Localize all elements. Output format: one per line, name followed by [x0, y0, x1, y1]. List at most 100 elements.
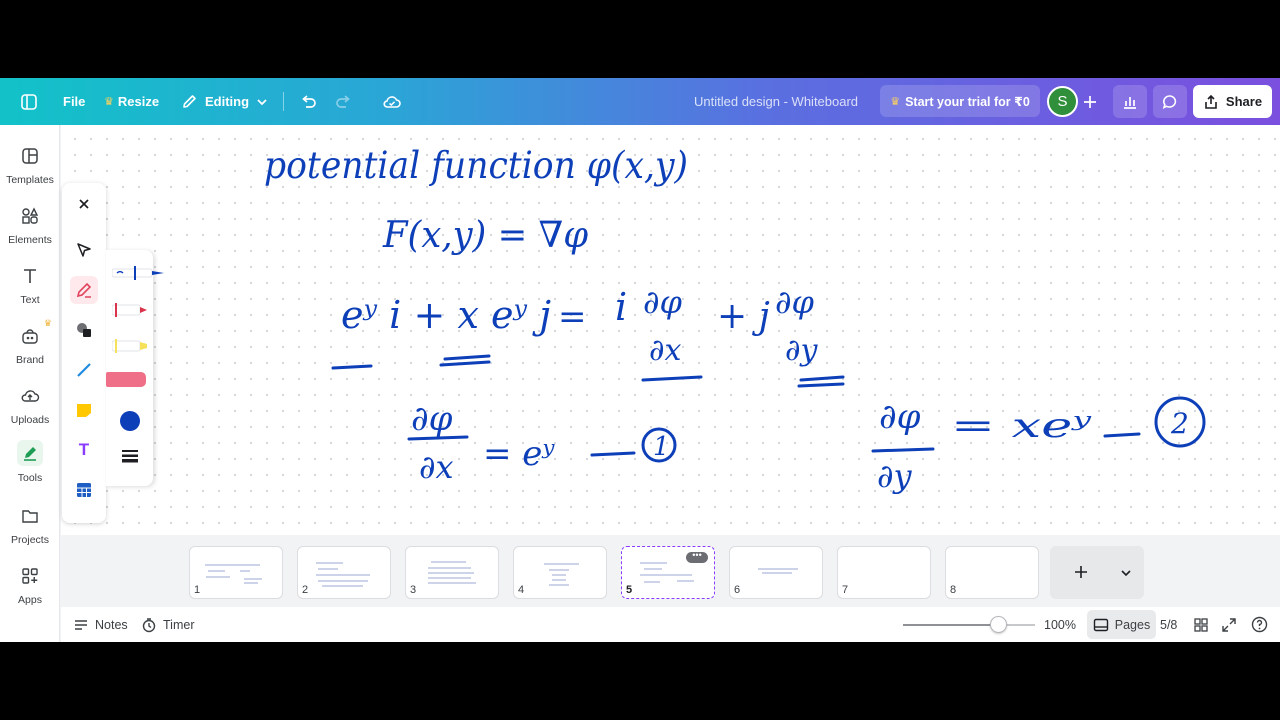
add-page-icon[interactable]: [1072, 563, 1090, 586]
thumbnail-preview: [428, 561, 476, 584]
pen-icon[interactable]: [70, 276, 98, 304]
shapes-icon[interactable]: [70, 316, 98, 344]
highlighter-yellow[interactable]: [111, 339, 148, 353]
eq2-dash: [1103, 432, 1141, 438]
eq2-denominator: ∂y: [877, 457, 913, 495]
page-number: 8: [950, 584, 957, 596]
sidebar-item-label: Uploads: [10, 414, 50, 426]
page-thumbnail-1[interactable]: 1: [189, 546, 283, 599]
document-title[interactable]: Untitled design - Whiteboard: [694, 78, 858, 125]
chevron-down-icon[interactable]: [1120, 566, 1132, 584]
zoom-level[interactable]: 100%: [1044, 607, 1076, 642]
comments-button[interactable]: [1153, 85, 1187, 118]
resize-button[interactable]: ♛ Resize: [104, 78, 159, 125]
comment-icon: [1162, 94, 1177, 109]
underline-4b: [797, 382, 845, 388]
text-tool-icon[interactable]: T: [70, 436, 98, 464]
sidebar-item-apps[interactable]: Apps: [0, 564, 60, 616]
pencil-icon: [183, 95, 196, 108]
thumbnail-preview: [316, 562, 370, 587]
page-number: 1: [194, 584, 201, 596]
sticky-note-icon[interactable]: [70, 396, 98, 424]
eq1-numerator: ∂φ: [411, 399, 453, 439]
page-thumbnail-7[interactable]: 7: [837, 546, 931, 599]
file-menu[interactable]: File: [63, 78, 85, 125]
page-thumbnail-6[interactable]: 6: [729, 546, 823, 599]
page-number: 4: [518, 584, 525, 596]
help-icon[interactable]: [1251, 607, 1268, 642]
page-number: 2: [302, 584, 309, 596]
page-thumbnail-8[interactable]: 8: [945, 546, 1039, 599]
underline-2b: [439, 360, 491, 367]
sidebar-item-label: Brand: [15, 354, 45, 366]
sidebar-item-elements[interactable]: Elements: [0, 204, 60, 256]
sidebar-item-brand[interactable]: ♛ Brand: [0, 318, 60, 376]
underline-2a: [443, 354, 491, 361]
equals-sign: =: [558, 297, 587, 337]
sidebar-item-label: Text: [20, 294, 40, 306]
page-thumbnail-5[interactable]: ••• 5: [621, 546, 715, 599]
stroke-weight-icon[interactable]: [122, 449, 138, 463]
partial-phi-x-numerator: ∂φ: [643, 283, 683, 321]
sidebar-item-templates[interactable]: Templates: [0, 144, 60, 196]
sidebar-item-label: Projects: [11, 534, 49, 546]
user-avatar[interactable]: S: [1047, 86, 1078, 117]
color-swatch[interactable]: [120, 411, 140, 431]
eq2-rhs: = xeʸ: [951, 406, 1092, 446]
crown-icon: ♛: [104, 96, 114, 108]
draw-tools-panel: T: [62, 183, 106, 523]
grid-view-icon[interactable]: [1193, 607, 1209, 642]
zoom-slider-handle[interactable]: [990, 616, 1008, 633]
crown-icon: ♛: [43, 318, 52, 328]
sidebar-item-uploads[interactable]: Uploads: [0, 384, 60, 436]
resize-label: Resize: [117, 94, 160, 109]
sidebar-item-label: Tools: [17, 472, 43, 484]
table-icon[interactable]: [70, 476, 98, 504]
eq1-rhs: = eʸ: [483, 434, 555, 474]
editing-mode-button[interactable]: Editing: [181, 78, 268, 125]
crown-icon: ♛: [890, 95, 901, 108]
page-thumbnail-2[interactable]: 2: [297, 546, 391, 599]
page-thumbnail-4[interactable]: 4: [513, 546, 607, 599]
eraser-pink[interactable]: [106, 372, 146, 387]
add-page-group: [1050, 546, 1144, 599]
notes-icon: [75, 619, 87, 630]
page-thumbnail-3[interactable]: 3: [405, 546, 499, 599]
undo-icon[interactable]: [298, 78, 318, 125]
timer-label: Timer: [163, 617, 195, 632]
start-trial-button[interactable]: ♛ Start your trial for ₹0: [880, 85, 1040, 117]
sidebar-item-projects[interactable]: Projects: [0, 504, 60, 556]
page-counter: 5/8: [1160, 617, 1178, 632]
select-arrow-icon[interactable]: [70, 236, 98, 264]
timer-button[interactable]: Timer: [141, 607, 194, 642]
pen-blue[interactable]: [111, 266, 164, 280]
toolbar-divider: [283, 92, 284, 111]
brand-icon: ♛: [18, 318, 52, 348]
share-button[interactable]: Share: [1193, 85, 1272, 118]
top-toolbar: File ♛ Resize Editing Untitled design - …: [0, 78, 1280, 125]
eq1-fraction-bar: [407, 435, 469, 441]
close-icon[interactable]: [70, 190, 98, 218]
pages-button[interactable]: Pages: [1087, 610, 1156, 639]
editing-label: Editing: [205, 94, 250, 109]
add-collaborator-icon[interactable]: [1082, 78, 1098, 125]
redo-icon[interactable]: [334, 78, 354, 125]
more-options-icon[interactable]: •••: [686, 551, 708, 563]
eq1-denominator: ∂x: [419, 448, 454, 486]
eq1-dash: [590, 451, 636, 457]
notes-button[interactable]: Notes: [73, 607, 128, 642]
whiteboard-canvas[interactable]: potential function φ(x,y) F(x,y) = ∇φ eʸ…: [61, 125, 1280, 535]
fullscreen-icon[interactable]: [1221, 607, 1237, 642]
sidebar-item-tools[interactable]: Tools: [0, 440, 60, 492]
marker-red[interactable]: [111, 303, 148, 317]
eq2-numerator: ∂φ: [879, 397, 921, 437]
line-icon[interactable]: [70, 356, 98, 384]
sidebar-toggle-icon[interactable]: [20, 78, 38, 125]
zoom-slider[interactable]: [903, 624, 1035, 626]
cloud-saved-icon[interactable]: [382, 78, 402, 125]
sidebar-item-text[interactable]: Text: [0, 264, 60, 316]
page-number: 7: [842, 584, 849, 596]
pages-label: Pages: [1114, 617, 1151, 632]
thumbnail-preview: [640, 562, 694, 583]
insights-button[interactable]: [1113, 85, 1147, 118]
